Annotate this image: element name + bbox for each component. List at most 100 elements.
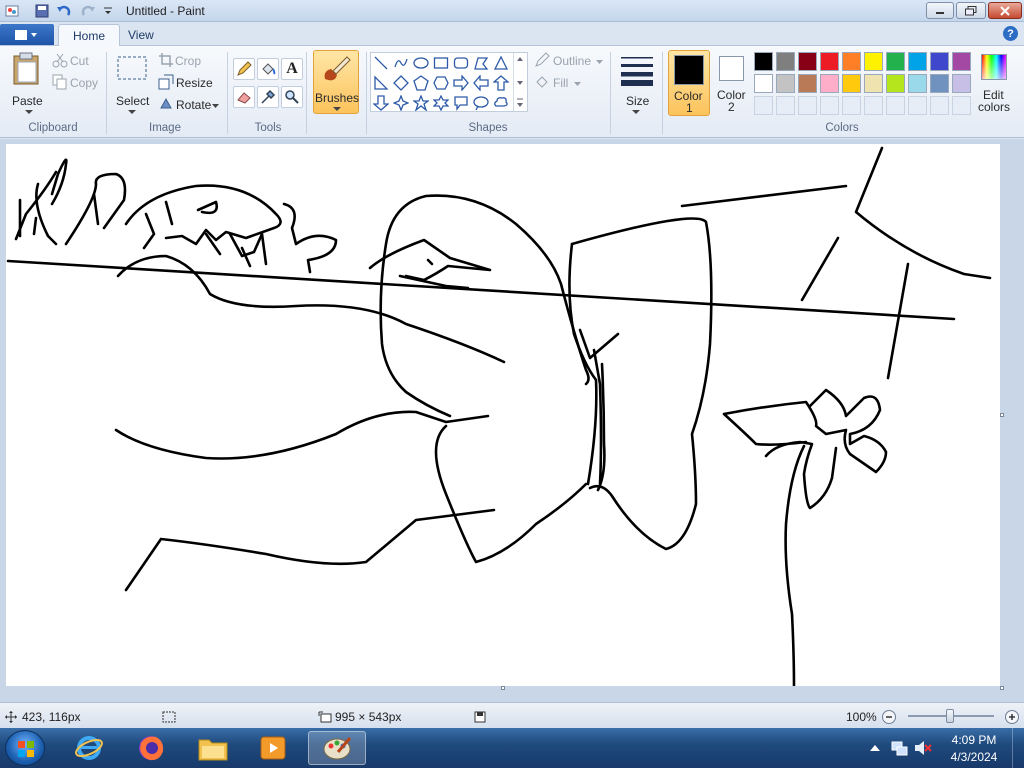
right-arrow-shape[interactable] bbox=[451, 73, 471, 93]
text-tool-button[interactable]: A bbox=[281, 58, 303, 80]
triangle-shape[interactable] bbox=[491, 53, 511, 73]
left-arrow-shape[interactable] bbox=[471, 73, 491, 93]
diamond-shape[interactable] bbox=[391, 73, 411, 93]
fill-tool-button[interactable] bbox=[257, 58, 279, 80]
palette-color-swatch[interactable] bbox=[886, 52, 905, 71]
size-button[interactable]: Size bbox=[616, 52, 658, 114]
palette-color-swatch[interactable] bbox=[930, 74, 949, 93]
rounded-callout-shape[interactable] bbox=[451, 93, 471, 113]
palette-custom-slot[interactable] bbox=[864, 96, 883, 115]
palette-custom-slot[interactable] bbox=[952, 96, 971, 115]
palette-custom-slot[interactable] bbox=[908, 96, 927, 115]
paint-menu-button[interactable] bbox=[0, 24, 54, 45]
copy-button[interactable]: Copy bbox=[52, 74, 100, 92]
palette-color-swatch[interactable] bbox=[952, 74, 971, 93]
fill-button[interactable]: Fill bbox=[534, 74, 586, 92]
zoom-out-button[interactable] bbox=[882, 710, 896, 724]
curve-shape[interactable] bbox=[391, 53, 411, 73]
oval-callout-shape[interactable] bbox=[471, 93, 491, 113]
palette-color-swatch[interactable] bbox=[886, 74, 905, 93]
volume-muted-icon[interactable] bbox=[914, 740, 932, 756]
crop-button[interactable]: Crop bbox=[158, 52, 208, 70]
palette-color-swatch[interactable] bbox=[798, 74, 817, 93]
pencil-tool-button[interactable] bbox=[233, 58, 255, 80]
drawing-canvas[interactable] bbox=[6, 144, 1000, 688]
canvas-resize-handle-bottom[interactable] bbox=[501, 686, 505, 690]
file-explorer-taskbar[interactable] bbox=[188, 731, 238, 765]
line-shape[interactable] bbox=[371, 53, 391, 73]
network-icon[interactable] bbox=[890, 740, 908, 756]
palette-color-swatch[interactable] bbox=[776, 52, 795, 71]
color1-button[interactable]: Color 1 bbox=[668, 50, 710, 116]
polygon-shape[interactable] bbox=[471, 53, 491, 73]
pentagon-shape[interactable] bbox=[411, 73, 431, 93]
media-player-taskbar[interactable] bbox=[248, 731, 298, 765]
hexagon-shape[interactable] bbox=[431, 73, 451, 93]
edit-colors-button[interactable]: Edit colors bbox=[976, 50, 1014, 118]
six-point-star-shape[interactable] bbox=[431, 93, 451, 113]
redo-icon[interactable] bbox=[80, 3, 96, 19]
undo-icon[interactable] bbox=[56, 3, 72, 19]
palette-custom-slot[interactable] bbox=[754, 96, 773, 115]
palette-color-swatch[interactable] bbox=[908, 52, 927, 71]
five-point-star-shape[interactable] bbox=[411, 93, 431, 113]
palette-color-swatch[interactable] bbox=[754, 52, 773, 71]
minimize-button[interactable] bbox=[926, 2, 954, 19]
palette-color-swatch[interactable] bbox=[820, 74, 839, 93]
cloud-callout-shape[interactable] bbox=[491, 93, 511, 113]
palette-color-swatch[interactable] bbox=[930, 52, 949, 71]
internet-explorer-taskbar[interactable] bbox=[64, 731, 114, 765]
eraser-tool-button[interactable] bbox=[233, 86, 255, 108]
zoom-slider-thumb[interactable] bbox=[946, 709, 954, 723]
clock-time[interactable]: 4:09 PM bbox=[944, 733, 1004, 747]
restore-button[interactable] bbox=[956, 2, 986, 19]
palette-color-swatch[interactable] bbox=[864, 52, 883, 71]
palette-custom-slot[interactable] bbox=[930, 96, 949, 115]
palette-custom-slot[interactable] bbox=[798, 96, 817, 115]
show-hidden-icons[interactable] bbox=[870, 744, 880, 752]
four-point-star-shape[interactable] bbox=[391, 93, 411, 113]
down-arrow-shape[interactable] bbox=[371, 93, 391, 113]
color-picker-tool-button[interactable] bbox=[257, 86, 279, 108]
outline-button[interactable]: Outline bbox=[534, 52, 606, 70]
palette-color-swatch[interactable] bbox=[798, 52, 817, 71]
palette-color-swatch[interactable] bbox=[864, 74, 883, 93]
canvas-workarea[interactable] bbox=[0, 139, 1024, 702]
close-button[interactable] bbox=[988, 2, 1022, 19]
palette-custom-slot[interactable] bbox=[820, 96, 839, 115]
firefox-taskbar[interactable] bbox=[126, 731, 176, 765]
tab-home[interactable]: Home bbox=[58, 24, 121, 46]
palette-color-swatch[interactable] bbox=[908, 74, 927, 93]
right-triangle-shape[interactable] bbox=[371, 73, 391, 93]
up-arrow-shape[interactable] bbox=[491, 73, 511, 93]
tab-view[interactable]: View bbox=[114, 24, 168, 46]
save-icon[interactable] bbox=[34, 3, 50, 19]
shapes-scroll[interactable] bbox=[513, 53, 527, 111]
palette-color-swatch[interactable] bbox=[842, 74, 861, 93]
magnifier-tool-button[interactable] bbox=[281, 86, 303, 108]
palette-color-swatch[interactable] bbox=[842, 52, 861, 71]
oval-shape[interactable] bbox=[411, 53, 431, 73]
palette-color-swatch[interactable] bbox=[754, 74, 773, 93]
canvas-resize-handle-right[interactable] bbox=[1000, 413, 1004, 417]
cut-button[interactable]: Cut bbox=[52, 52, 100, 70]
palette-color-swatch[interactable] bbox=[820, 52, 839, 71]
show-desktop-button[interactable] bbox=[1012, 728, 1024, 768]
paste-button[interactable]: Paste bbox=[8, 52, 46, 114]
canvas-resize-handle-corner[interactable] bbox=[1000, 686, 1004, 690]
paint-taskbar[interactable] bbox=[308, 731, 366, 765]
clock-date[interactable]: 4/3/2024 bbox=[944, 750, 1004, 764]
palette-custom-slot[interactable] bbox=[776, 96, 795, 115]
palette-color-swatch[interactable] bbox=[776, 74, 795, 93]
customize-quick-access-icon[interactable] bbox=[100, 3, 116, 19]
help-icon[interactable]: ? bbox=[1003, 26, 1018, 41]
rotate-button[interactable]: Rotate bbox=[158, 96, 220, 114]
resize-button[interactable]: Resize bbox=[158, 74, 214, 92]
brushes-button[interactable]: Brushes bbox=[313, 50, 359, 114]
zoom-in-button[interactable] bbox=[1005, 710, 1019, 724]
palette-custom-slot[interactable] bbox=[886, 96, 905, 115]
color2-button[interactable]: Color 2 bbox=[712, 50, 750, 116]
rounded-rectangle-shape[interactable] bbox=[451, 53, 471, 73]
rectangle-shape[interactable] bbox=[431, 53, 451, 73]
palette-color-swatch[interactable] bbox=[952, 52, 971, 71]
